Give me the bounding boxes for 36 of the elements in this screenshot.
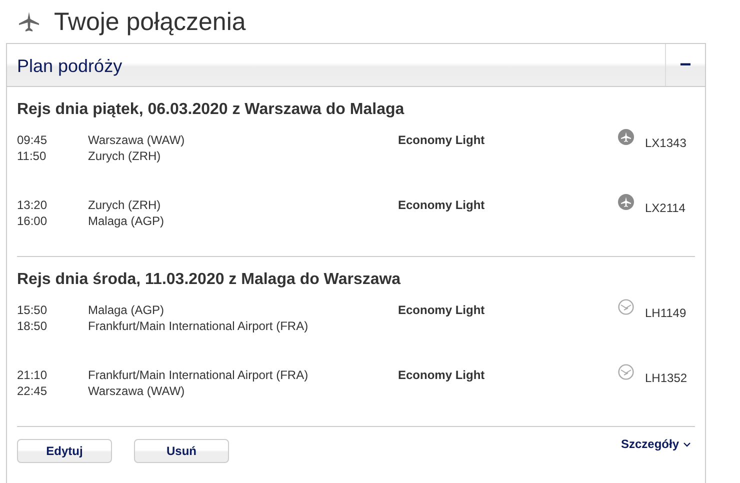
journey-heading: Rejs dnia środa, 11.03.2020 z Malaga do Warszawa bbox=[17, 271, 402, 289]
departure-time: 13:20 bbox=[17, 198, 48, 212]
collapse-button[interactable]: − bbox=[665, 44, 705, 86]
page-title: Twoje połączenia bbox=[54, 8, 246, 36]
departure-airport: Warszawa (WAW) bbox=[88, 133, 186, 147]
flight-number: LX2114 bbox=[645, 201, 686, 215]
fare-class: Economy Light bbox=[398, 303, 486, 317]
fare-class: Economy Light bbox=[398, 368, 486, 382]
departure-airport: Frankfurt/Main International Airport (FRA) bbox=[88, 368, 310, 382]
arrival-airport: Warszawa (WAW) bbox=[88, 384, 186, 398]
fare-class: Economy Light bbox=[398, 133, 486, 147]
edit-button[interactable]: Edytuj bbox=[17, 439, 112, 463]
journey-heading: Rejs dnia piątek, 06.03.2020 z Warszawa do Malaga bbox=[17, 101, 406, 119]
arrival-airport: Malaga (AGP) bbox=[88, 214, 166, 228]
plane-icon bbox=[618, 129, 634, 145]
details-link[interactable]: Szczegóły bbox=[620, 437, 679, 451]
flight-number: LH1149 bbox=[645, 306, 688, 320]
flight-number: LX1343 bbox=[645, 136, 688, 150]
arrival-time: 16:00 bbox=[17, 214, 48, 228]
departure-time: 21:10 bbox=[17, 368, 48, 382]
panel-title: Plan podróży bbox=[16, 55, 124, 78]
flight-number: LH1352 bbox=[645, 371, 688, 385]
arrival-time: 18:50 bbox=[17, 319, 48, 333]
departure-time: 09:45 bbox=[17, 133, 48, 147]
delete-button[interactable]: Usuń bbox=[134, 439, 229, 463]
departure-airport: Malaga (AGP) bbox=[88, 303, 166, 317]
plane-icon bbox=[618, 194, 634, 210]
chevron-down-icon bbox=[683, 442, 691, 446]
arrival-airport: Zurych (ZRH) bbox=[88, 149, 162, 163]
arrival-time: 11:50 bbox=[17, 149, 48, 163]
fare-class: Economy Light bbox=[398, 198, 486, 212]
arrival-time: 22:45 bbox=[17, 384, 48, 398]
departure-airport: Zurych (ZRH) bbox=[88, 198, 162, 212]
departure-time: 15:50 bbox=[17, 303, 48, 317]
airplane-icon bbox=[18, 11, 40, 33]
arrival-airport: Frankfurt/Main International Airport (FRA) bbox=[88, 319, 310, 333]
